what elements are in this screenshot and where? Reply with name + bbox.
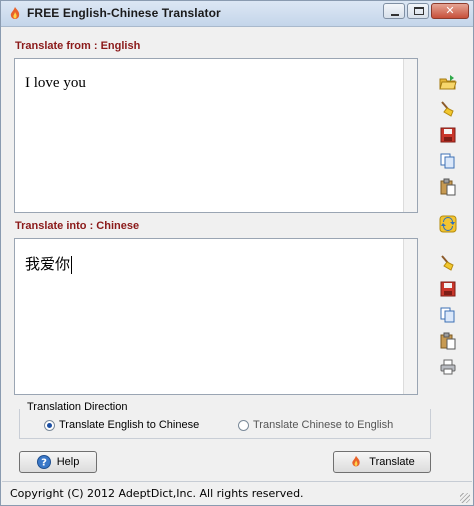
text-caret	[71, 255, 73, 274]
radio-english-to-chinese[interactable]: Translate English to Chinese	[44, 417, 199, 433]
radio-label: Translate English to Chinese	[59, 419, 200, 431]
copy-icon[interactable]	[439, 152, 457, 170]
window-controls: ✕	[381, 3, 469, 21]
clear-broom-icon[interactable]	[439, 254, 457, 272]
target-text: 我爱你	[25, 255, 71, 273]
radio-chinese-to-english[interactable]: Translate Chinese to English	[238, 417, 393, 433]
status-bar: Copyright (C) 2012 AdeptDict,Inc. All ri…	[2, 481, 472, 505]
resize-grip[interactable]	[460, 493, 470, 503]
maximize-icon	[414, 7, 424, 15]
source-scrollbar[interactable]	[403, 59, 417, 212]
translator-window: FREE English-Chinese Translator ✕ Transl…	[0, 0, 474, 506]
save-disk-icon[interactable]	[439, 280, 457, 298]
help-icon: ?	[36, 455, 51, 469]
title-bar[interactable]: FREE English-Chinese Translator ✕	[1, 1, 473, 27]
source-text: I love you	[25, 75, 86, 91]
svg-text:?: ?	[41, 458, 47, 469]
target-textarea[interactable]: 我爱你	[14, 238, 418, 395]
target-text-wrap: 我爱你	[25, 253, 73, 274]
radio-button-checked[interactable]	[44, 419, 55, 431]
swap-arrows-icon[interactable]	[439, 215, 457, 233]
translate-flame-icon	[352, 455, 360, 467]
paste-icon[interactable]	[439, 332, 457, 350]
close-button[interactable]: ✕	[431, 3, 469, 19]
translate-button[interactable]: Translate	[333, 451, 431, 473]
translate-button-label: Translate	[369, 456, 415, 468]
help-button-label: Help	[56, 456, 80, 468]
help-button[interactable]: ? Help	[19, 451, 97, 473]
paste-icon[interactable]	[439, 178, 457, 196]
open-folder-icon[interactable]	[439, 74, 457, 92]
copy-icon[interactable]	[439, 306, 457, 324]
direction-legend: Translation Direction	[27, 401, 128, 413]
close-icon: ✕	[445, 4, 455, 17]
copyright-text: Copyright (C) 2012 AdeptDict,Inc. All ri…	[10, 487, 304, 500]
print-icon[interactable]	[439, 358, 457, 376]
target-scrollbar[interactable]	[403, 239, 417, 394]
app-flame-icon	[10, 7, 20, 19]
target-label: Translate into : Chinese	[15, 220, 140, 232]
minimize-icon	[391, 14, 399, 16]
source-textarea[interactable]: I love you	[14, 58, 418, 213]
clear-broom-icon[interactable]	[439, 100, 457, 118]
source-label: Translate from : English	[15, 40, 141, 52]
maximize-button[interactable]	[407, 3, 429, 19]
radio-label: Translate Chinese to English	[253, 419, 394, 431]
minimize-button[interactable]	[383, 3, 405, 19]
window-title: FREE English-Chinese Translator	[27, 6, 221, 20]
radio-button-unchecked[interactable]	[238, 419, 249, 431]
save-disk-icon[interactable]	[439, 126, 457, 144]
